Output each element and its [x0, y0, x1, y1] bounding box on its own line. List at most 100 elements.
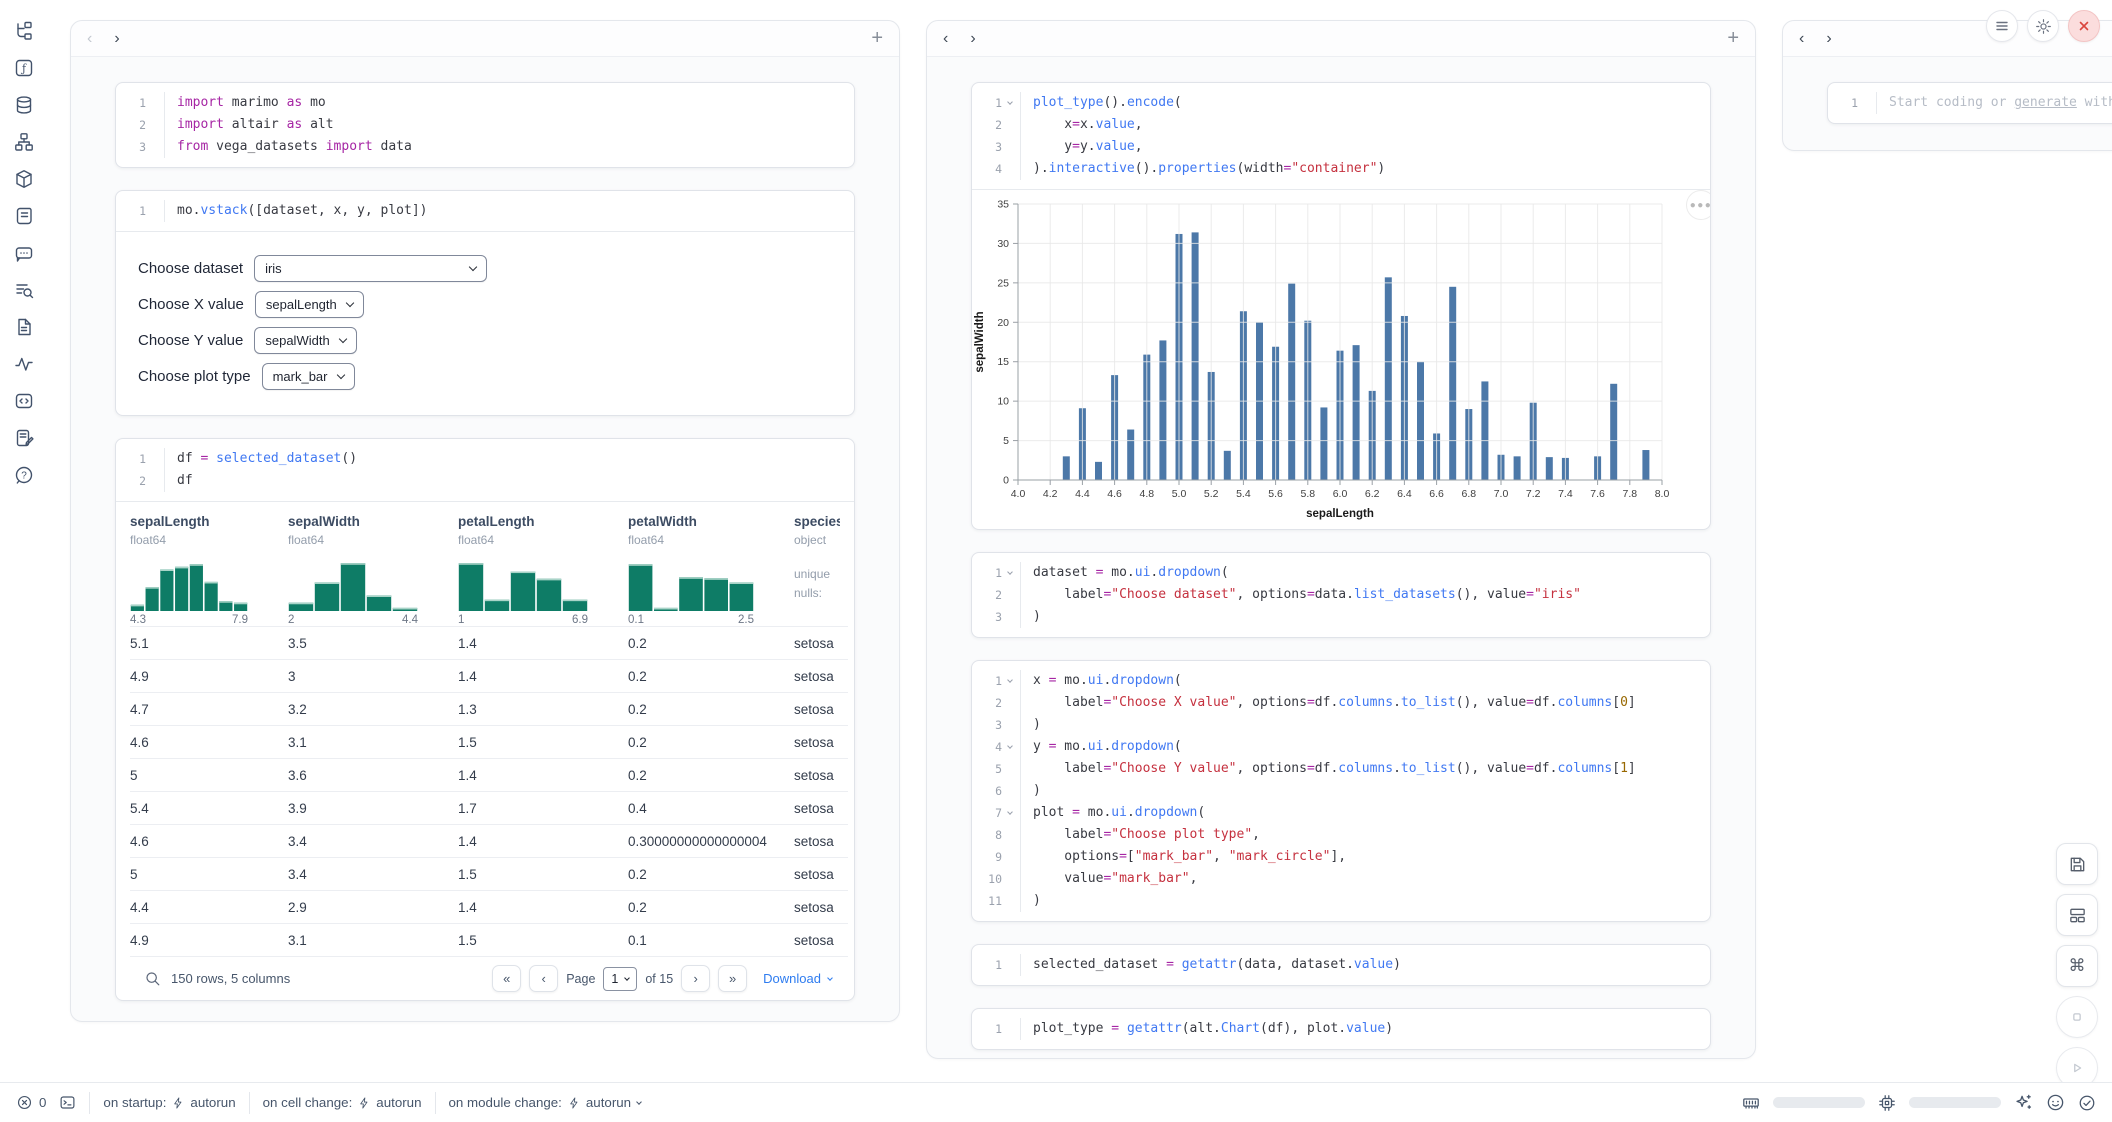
choose-y-value-select[interactable]: sepalWidth: [254, 327, 356, 354]
on-startup-setting[interactable]: on startup: autorun: [103, 1095, 235, 1110]
terminal-button[interactable]: [59, 1094, 76, 1111]
column-prev-button[interactable]: ‹: [87, 31, 92, 47]
database-icon[interactable]: [9, 90, 39, 119]
code-editor[interactable]: 1import marimo as mo2import altair as al…: [116, 83, 854, 167]
control-row: Choose X valuesepalLength: [138, 291, 832, 318]
stop-icon[interactable]: [2056, 996, 2098, 1038]
code-editor[interactable]: 1selected_dataset = getattr(data, datase…: [972, 945, 1710, 985]
help-icon[interactable]: ?: [9, 460, 39, 489]
first-page-button[interactable]: «: [492, 965, 521, 992]
table-cell: 0.2: [628, 900, 794, 915]
choose-x-value-select[interactable]: sepalLength: [255, 291, 364, 318]
control-row: Choose plot typemark_bar: [138, 363, 832, 390]
table-cell: setosa: [794, 768, 840, 783]
close-icon[interactable]: [2068, 10, 2100, 42]
menu-icon[interactable]: [1986, 10, 2018, 42]
on-module-change-setting[interactable]: on module change: autorun: [449, 1095, 642, 1110]
column-header-petalWidth[interactable]: petalWidthfloat640.12.5: [628, 506, 794, 626]
code-line[interactable]: 1 Start coding or generate with AI: [1828, 92, 2112, 114]
scratchpad-icon[interactable]: [9, 423, 39, 452]
svg-text:6.8: 6.8: [1461, 488, 1476, 500]
column-prev-button[interactable]: ‹: [943, 31, 948, 47]
chevron-down-icon: [469, 263, 477, 271]
code-line: 2df: [116, 470, 854, 492]
bolt-icon: [172, 1096, 184, 1110]
bolt-icon: [358, 1096, 370, 1110]
divider: [249, 1092, 250, 1114]
column-prev-button[interactable]: ‹: [1799, 31, 1804, 47]
notebook-columns: ‹ › + 1import marimo as mo2import altair…: [48, 0, 2112, 1082]
chat-bot-icon[interactable]: [9, 238, 39, 267]
code-editor[interactable]: 1df = selected_dataset()2df: [116, 439, 854, 501]
column-header-species[interactable]: speciesobjectuniquenulls:: [794, 506, 840, 626]
column-histogram: [458, 559, 588, 611]
column-next-button[interactable]: ›: [114, 31, 119, 47]
code-editor[interactable]: 1dataset = mo.ui.dropdown(2 label="Choos…: [972, 553, 1710, 637]
doc-search-icon[interactable]: [9, 275, 39, 304]
table-cell: 4.9: [130, 669, 288, 684]
ai-assistant-icon[interactable]: [2046, 1093, 2065, 1112]
function-icon[interactable]: ƒ: [9, 53, 39, 82]
page-select[interactable]: 1: [603, 967, 637, 991]
table-row: 5.43.91.70.4setosa: [130, 791, 848, 824]
code-line: 1plot_type().encode(: [972, 92, 1710, 114]
column-header-sepalWidth[interactable]: sepalWidthfloat6424.4: [288, 506, 458, 626]
ram-icon: [1742, 1094, 1760, 1112]
code-line: 1mo.vstack([dataset, x, y, plot]): [116, 200, 854, 222]
table-search-icon[interactable]: [144, 970, 161, 987]
choose-dataset-select[interactable]: iris: [254, 255, 487, 282]
activity-icon[interactable]: [9, 349, 39, 378]
svg-text:7.0: 7.0: [1494, 488, 1509, 500]
errors-button[interactable]: 0: [16, 1094, 46, 1111]
on-cell-change-setting[interactable]: on cell change: autorun: [263, 1095, 422, 1110]
svg-text:35: 35: [997, 199, 1009, 211]
fold-chevron-icon: [1007, 743, 1013, 749]
ai-sparkles-icon[interactable]: [2014, 1093, 2033, 1112]
column-next-button[interactable]: ›: [970, 31, 975, 47]
chevron-down-icon: [336, 371, 344, 379]
table-cell: 4.6: [130, 735, 288, 750]
svg-text:?: ?: [21, 470, 27, 481]
table-cell: setosa: [794, 900, 840, 915]
layout-grid-icon[interactable]: [2056, 894, 2098, 936]
add-column-button[interactable]: +: [1727, 27, 1739, 50]
svg-text:4.8: 4.8: [1139, 488, 1154, 500]
script-log-icon[interactable]: [9, 201, 39, 230]
svg-text:6.2: 6.2: [1365, 488, 1380, 500]
file-tree-icon[interactable]: [9, 16, 39, 45]
svg-text:4.4: 4.4: [1075, 488, 1090, 500]
bar-chart[interactable]: 4.04.24.44.64.85.05.25.45.65.86.06.26.46…: [972, 194, 1672, 524]
divider: [89, 1092, 90, 1114]
choose-plot-type-select[interactable]: mark_bar: [262, 363, 355, 390]
chart-menu-button[interactable]: ●●●: [1686, 190, 1711, 220]
code-line: 6): [972, 780, 1710, 802]
code-editor[interactable]: 1plot_type().encode(2 x=x.value,3 y=y.va…: [972, 83, 1710, 189]
prev-page-button[interactable]: ‹: [529, 965, 558, 992]
keyboard-shortcuts-icon[interactable]: ⌘: [2056, 945, 2098, 987]
code-editor[interactable]: 1x = mo.ui.dropdown(2 label="Choose X va…: [972, 661, 1710, 921]
code-line: 1selected_dataset = getattr(data, datase…: [972, 954, 1710, 976]
add-column-button[interactable]: +: [871, 27, 883, 50]
table-cell: setosa: [794, 702, 840, 717]
table-cell: 3.1: [288, 735, 458, 750]
package-icon[interactable]: [9, 164, 39, 193]
status-bar: 0 on startup: autorun on cell change: au…: [0, 1082, 2112, 1122]
column-header-petalLength[interactable]: petalLengthfloat6416.9: [458, 506, 628, 626]
document-icon[interactable]: [9, 312, 39, 341]
save-icon[interactable]: [2056, 843, 2098, 885]
code-snippet-icon[interactable]: [9, 386, 39, 415]
download-button[interactable]: Download: [763, 971, 832, 986]
table-row: 53.61.40.2setosa: [130, 758, 848, 791]
code-editor[interactable]: 1mo.vstack([dataset, x, y, plot]): [116, 191, 854, 231]
next-page-button[interactable]: ›: [681, 965, 710, 992]
column-header-sepalLength[interactable]: sepalLengthfloat644.37.9: [130, 506, 288, 626]
code-editor[interactable]: 1plot_type = getattr(alt.Chart(df), plot…: [972, 1009, 1710, 1049]
last-page-button[interactable]: »: [718, 965, 747, 992]
table-cell: 4.4: [130, 900, 288, 915]
table-row: 4.73.21.30.2setosa: [130, 692, 848, 725]
settings-gear-icon[interactable]: [2027, 10, 2059, 42]
dependency-graph-icon[interactable]: [9, 127, 39, 156]
connection-status-icon[interactable]: [2078, 1094, 2096, 1112]
code-placeholder[interactable]: Start coding or generate with AI: [1876, 92, 2112, 114]
column-next-button[interactable]: ›: [1826, 31, 1831, 47]
